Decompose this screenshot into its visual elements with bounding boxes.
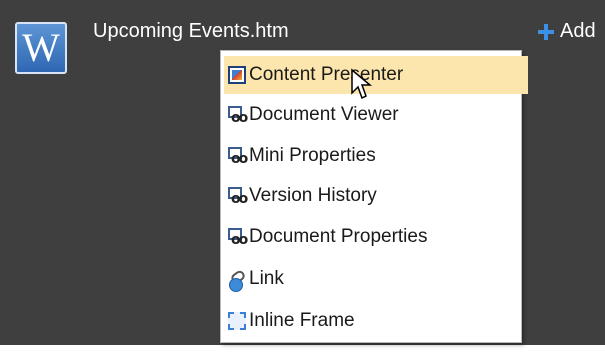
menu-item-mini-properties[interactable]: Mini Properties <box>224 137 528 175</box>
link-icon <box>228 270 246 292</box>
menu-item-version-history[interactable]: Version History <box>224 177 528 215</box>
web-part-icon <box>228 106 246 125</box>
menu-item-label: Document Properties <box>249 226 428 247</box>
menu-item-label: Mini Properties <box>249 145 376 166</box>
word-document-icon: W <box>15 22 67 74</box>
document-title[interactable]: Upcoming Events.htm <box>93 20 289 43</box>
menu-item-label: Content Presenter <box>249 64 404 85</box>
menu-item-label: Version History <box>249 185 377 206</box>
mouse-cursor-icon <box>351 68 373 100</box>
web-part-icon <box>228 228 246 247</box>
web-part-icon <box>228 147 246 166</box>
menu-item-document-viewer[interactable]: Document Viewer <box>224 96 528 134</box>
inline-frame-icon <box>228 312 246 330</box>
menu-item-link[interactable]: Link <box>224 260 528 298</box>
menu-item-content-presenter[interactable]: Content Presenter <box>224 56 528 94</box>
web-part-icon <box>228 187 246 206</box>
menu-item-label: Document Viewer <box>249 104 399 125</box>
menu-item-document-properties[interactable]: Document Properties <box>224 218 528 256</box>
menu-item-inline-frame[interactable]: Inline Frame <box>224 302 528 340</box>
menu-item-label: Link <box>249 268 284 289</box>
add-button[interactable]: Add <box>538 20 596 43</box>
plus-icon <box>538 23 554 40</box>
menu-item-label: Inline Frame <box>249 310 355 331</box>
add-button-label: Add <box>560 20 596 42</box>
content-presenter-icon <box>228 66 246 84</box>
